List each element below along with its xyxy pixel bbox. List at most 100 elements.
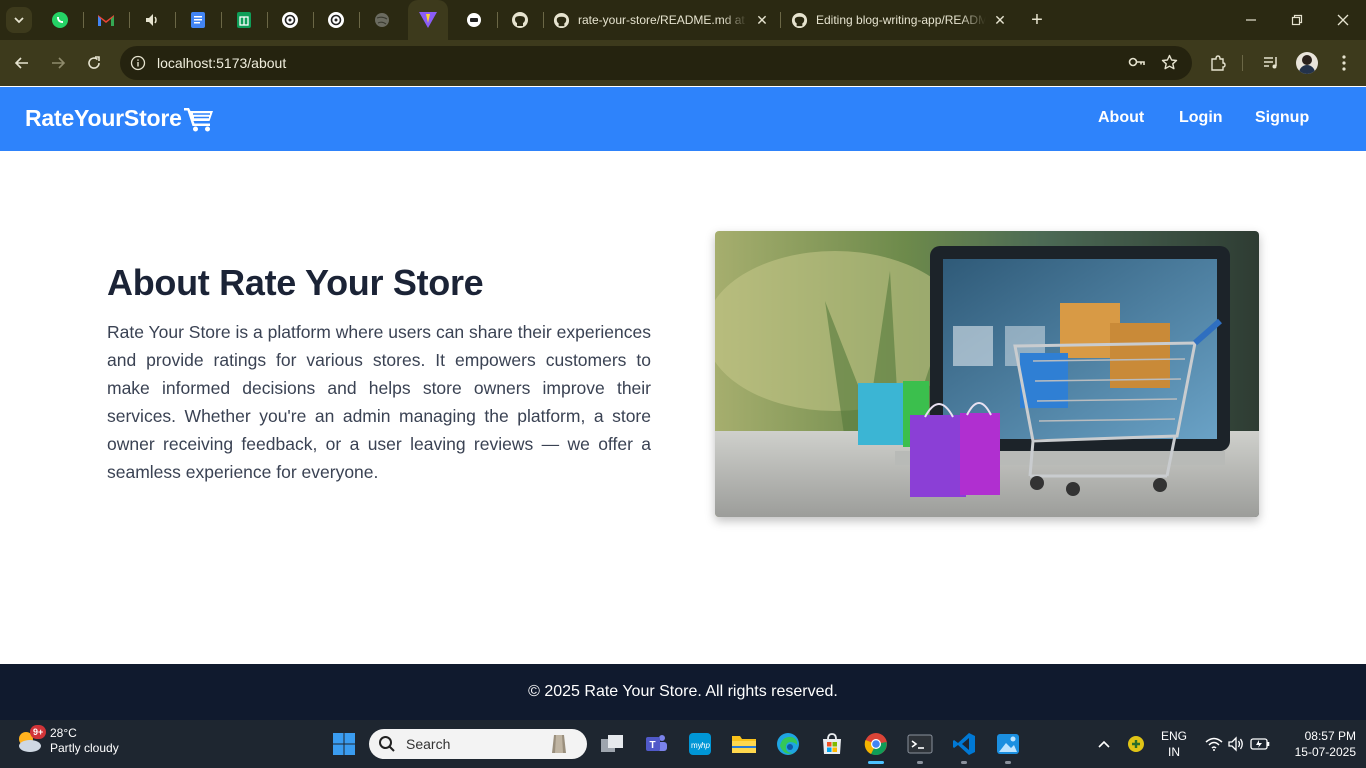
vite-icon [419,12,437,28]
whatsapp-icon [52,12,68,28]
extensions-button[interactable] [1206,51,1230,75]
chatgpt-icon [328,12,344,28]
minimize-icon [1246,19,1256,21]
edge-icon [777,733,799,755]
file-explorer-app[interactable] [730,730,758,758]
circle-icon [467,13,481,27]
show-hidden-icons-button[interactable] [1090,730,1118,758]
battery-charging-icon [1250,738,1270,750]
weather-widget[interactable]: 9+ 28°C Partly cloudy [14,725,119,756]
minimize-button[interactable] [1228,0,1274,40]
terminal-icon [907,734,933,754]
footer: © 2025 Rate Your Store. All rights reser… [0,664,1366,720]
svg-text:hp: hp [701,741,710,750]
key-icon[interactable] [1128,55,1146,74]
brand-logo[interactable]: RateYourStore [25,105,214,132]
puzzle-icon [1211,55,1226,71]
address-bar[interactable]: localhost:5173/about [120,46,1192,80]
start-button[interactable] [330,730,358,758]
store-app[interactable] [818,730,846,758]
weather-temp: 28°C [50,726,77,740]
tab-gmail[interactable] [94,8,118,32]
nav-link-login[interactable]: Login [1179,109,1223,127]
chrome-icon [864,733,887,756]
tab-sheets[interactable] [232,8,256,32]
menu-button[interactable] [1332,51,1356,75]
battery-button[interactable] [1246,730,1274,758]
tray-app[interactable] [1122,730,1150,758]
tab-globe[interactable] [370,8,394,32]
chevron-up-icon [1098,740,1110,748]
tab-chatgpt-2[interactable] [324,8,348,32]
brand-name: RateYourStore [25,105,182,131]
github-icon [512,12,528,28]
about-description: Rate Your Store is a platform where user… [107,322,651,482]
github-icon [553,12,570,28]
tab-github[interactable] [508,8,532,32]
language-indicator[interactable]: ENG IN [1158,728,1190,760]
folder-icon [732,736,756,753]
close-window-button[interactable] [1320,0,1366,40]
media-controls-button[interactable] [1259,51,1283,75]
clock[interactable]: 08:57 PM 15-07-2025 [1278,728,1356,760]
nav-link-signup[interactable]: Signup [1255,109,1309,127]
chrome-app[interactable] [862,730,890,764]
store-icon [823,733,841,754]
partly-cloudy-icon: 9+ [14,725,47,756]
vscode-app[interactable] [950,730,978,764]
github-icon [791,12,808,28]
app-navbar: RateYourStore About Login Signup [0,87,1366,151]
tab-title: Editing blog-writing-app/README [816,13,986,27]
restore-button[interactable] [1274,0,1320,40]
tab-vite-active[interactable] [408,0,448,40]
tab-audio[interactable] [140,8,164,32]
terminal-app[interactable] [906,730,934,764]
wifi-icon [1205,737,1223,751]
close-icon [1337,14,1349,26]
photos-app[interactable] [994,730,1022,764]
chatgpt-icon [282,12,298,28]
taskbar: 9+ 28°C Partly cloudy Search T my hp ENG… [0,720,1366,768]
bookmark-star-icon[interactable] [1161,54,1178,76]
region-code: IN [1168,745,1180,759]
close-icon[interactable]: ✕ [992,12,1008,29]
vscode-icon [953,733,975,755]
tab-search-button[interactable] [6,7,32,33]
tab-editing[interactable]: Editing blog-writing-app/README ✕ [791,0,1008,40]
close-icon[interactable]: ✕ [754,12,770,29]
photos-icon [997,734,1019,754]
forward-button[interactable] [46,51,70,75]
teams-app[interactable]: T [642,730,670,758]
reload-button[interactable] [82,51,106,75]
search-icon [379,736,395,752]
tab-title: rate-your-store/README.md at [578,13,745,27]
new-tab-button[interactable]: + [1026,9,1048,31]
back-button[interactable] [10,51,34,75]
browser-tab-strip: rate-your-store/README.md at ✕ Editing b… [0,0,1366,40]
tab-circle[interactable] [462,8,486,32]
weather-desc: Partly cloudy [50,741,119,755]
tab-whatsapp[interactable] [48,8,72,32]
task-view-button[interactable] [598,730,626,758]
docs-icon [191,12,205,28]
arrow-right-icon [52,57,66,69]
search-label: Search [406,736,451,752]
myhp-app[interactable]: my hp [686,730,714,758]
tab-chatgpt-1[interactable] [278,8,302,32]
site-info-icon[interactable] [130,55,146,71]
shopping-cart-photo [715,231,1259,517]
tab-readme[interactable]: rate-your-store/README.md at ✕ [553,0,770,40]
nav-link-about[interactable]: About [1098,109,1144,127]
volume-icon [1228,736,1243,752]
hero-image [715,231,1259,517]
profile-button[interactable] [1295,51,1319,75]
taskbar-search[interactable]: Search [369,729,587,759]
edge-app[interactable] [774,730,802,758]
shopping-cart-icon [183,107,213,131]
arrow-left-icon [14,57,28,69]
copyright-text: © 2025 Rate Your Store. All rights reser… [528,683,838,700]
windows-icon [333,733,355,755]
svg-text:T: T [650,740,656,751]
tab-docs[interactable] [186,8,210,32]
teams-icon: T [646,735,667,751]
